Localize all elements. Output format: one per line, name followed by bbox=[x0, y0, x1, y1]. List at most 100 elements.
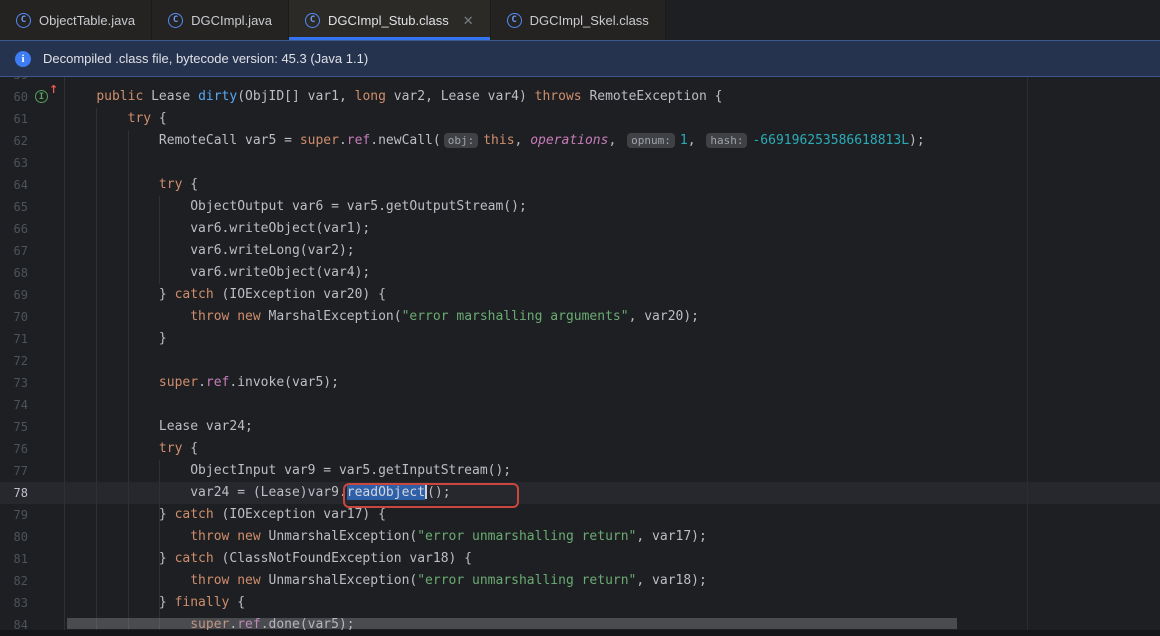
code-segment: throws bbox=[535, 89, 582, 104]
gutter-icon-slot bbox=[28, 526, 65, 548]
line-number[interactable]: 77 bbox=[0, 460, 28, 482]
line-number[interactable]: 73 bbox=[0, 372, 28, 394]
code-area: 5960 I↑ public Lease dirty(ObjID[] var1, … bbox=[0, 77, 1160, 636]
code-line[interactable]: 61 try { bbox=[0, 108, 1160, 130]
indent bbox=[65, 111, 128, 126]
gutter-icon-slot bbox=[28, 548, 65, 570]
line-number[interactable]: 81 bbox=[0, 548, 28, 570]
gutter-icon-slot bbox=[28, 130, 65, 152]
code-line[interactable]: 78 var24 = (Lease)var9.readObject(); bbox=[0, 482, 1160, 504]
horizontal-scrollbar[interactable] bbox=[67, 618, 957, 629]
code-segment: UnmarshalException( bbox=[261, 529, 418, 544]
line-number[interactable]: 60 bbox=[0, 86, 28, 108]
code-segment: operations bbox=[530, 133, 608, 148]
code-line[interactable]: 80 throw new UnmarshalException("error u… bbox=[0, 526, 1160, 548]
code-line[interactable]: 74 bbox=[0, 394, 1160, 416]
code-line[interactable]: 71 } bbox=[0, 328, 1160, 350]
line-number[interactable]: 62 bbox=[0, 130, 28, 152]
line-number[interactable]: 80 bbox=[0, 526, 28, 548]
code-segment: public bbox=[96, 89, 143, 104]
code-line[interactable]: 79 } catch (IOException var17) { bbox=[0, 504, 1160, 526]
line-number[interactable]: 59 bbox=[0, 77, 28, 86]
code-segment: { bbox=[182, 177, 198, 192]
close-icon[interactable]: ✕ bbox=[463, 14, 474, 27]
line-number[interactable]: 72 bbox=[0, 350, 28, 372]
code-line[interactable]: 62 RemoteCall var5 = super.ref.newCall(o… bbox=[0, 130, 1160, 152]
indent bbox=[65, 375, 159, 390]
code-segment: super bbox=[300, 133, 339, 148]
line-number[interactable]: 69 bbox=[0, 284, 28, 306]
code-line[interactable]: 66 var6.writeObject(var1); bbox=[0, 218, 1160, 240]
line-number[interactable]: 67 bbox=[0, 240, 28, 262]
line-number[interactable]: 64 bbox=[0, 174, 28, 196]
line-number[interactable]: 75 bbox=[0, 416, 28, 438]
code-line[interactable]: 73 super.ref.invoke(var5); bbox=[0, 372, 1160, 394]
line-number[interactable]: 79 bbox=[0, 504, 28, 526]
line-number[interactable]: 70 bbox=[0, 306, 28, 328]
code-segment: var24 = (Lease)var9. bbox=[190, 485, 347, 500]
code-line[interactable]: 69 } catch (IOException var20) { bbox=[0, 284, 1160, 306]
code-line[interactable]: 64 try { bbox=[0, 174, 1160, 196]
line-number[interactable]: 65 bbox=[0, 196, 28, 218]
selected-text: readObject bbox=[347, 485, 425, 500]
line-number[interactable]: 78 bbox=[0, 482, 28, 504]
line-number[interactable]: 82 bbox=[0, 570, 28, 592]
code-line[interactable]: 68 var6.writeObject(var4); bbox=[0, 262, 1160, 284]
line-number[interactable]: 74 bbox=[0, 394, 28, 416]
error-annotation-box: readObject(); bbox=[347, 485, 451, 500]
indent bbox=[65, 419, 159, 434]
code-segment: . bbox=[198, 375, 206, 390]
inlay-hint: hash: bbox=[706, 133, 747, 148]
inlay-hint: obj: bbox=[444, 133, 479, 148]
implements-method-icon[interactable]: I bbox=[35, 90, 48, 103]
up-arrow-icon: ↑ bbox=[49, 84, 58, 95]
code-line[interactable]: 59 bbox=[0, 77, 1160, 86]
indent bbox=[65, 243, 190, 258]
line-number[interactable]: 61 bbox=[0, 108, 28, 130]
indent bbox=[65, 595, 159, 610]
tab-objecttable-java[interactable]: C ObjectTable.java bbox=[0, 0, 152, 40]
gutter-icon-slot bbox=[28, 174, 65, 196]
code-segment: long bbox=[355, 89, 386, 104]
code-line[interactable]: 82 throw new UnmarshalException("error u… bbox=[0, 570, 1160, 592]
code-line[interactable]: 81 } catch (ClassNotFoundException var18… bbox=[0, 548, 1160, 570]
code-segment: try bbox=[159, 177, 182, 192]
tab-dgcimpl-skel-class[interactable]: C DGCImpl_Skel.class bbox=[491, 0, 666, 40]
code-line[interactable]: 63 bbox=[0, 152, 1160, 174]
code-line[interactable]: 67 var6.writeLong(var2); bbox=[0, 240, 1160, 262]
code-editor[interactable]: 5960 I↑ public Lease dirty(ObjID[] var1, … bbox=[0, 77, 1160, 636]
line-number[interactable]: 66 bbox=[0, 218, 28, 240]
tab-dgcimpl-java[interactable]: C DGCImpl.java bbox=[152, 0, 289, 40]
tab-dgcimpl-stub-class[interactable]: C DGCImpl_Stub.class ✕ bbox=[289, 0, 491, 40]
code-line-text: try { bbox=[65, 438, 198, 460]
code-segment: { bbox=[151, 111, 167, 126]
code-segment: "error unmarshalling return" bbox=[417, 573, 636, 588]
code-line[interactable]: 65 ObjectOutput var6 = var5.getOutputStr… bbox=[0, 196, 1160, 218]
code-line[interactable]: 75 Lease var24; bbox=[0, 416, 1160, 438]
code-line-text: var6.writeLong(var2); bbox=[65, 240, 355, 262]
code-line-text: try { bbox=[65, 108, 167, 130]
gutter-icon-slot bbox=[28, 218, 65, 240]
code-line-text: public Lease dirty(ObjID[] var1, long va… bbox=[65, 86, 723, 108]
line-number[interactable]: 76 bbox=[0, 438, 28, 460]
code-line[interactable]: 76 try { bbox=[0, 438, 1160, 460]
code-segment: var2, Lease var4) bbox=[386, 89, 535, 104]
indent bbox=[65, 463, 190, 478]
indent bbox=[65, 287, 159, 302]
code-line[interactable]: 83 } finally { bbox=[0, 592, 1160, 614]
line-number[interactable]: 83 bbox=[0, 592, 28, 614]
code-line[interactable]: 72 bbox=[0, 350, 1160, 372]
code-segment: .newCall( bbox=[370, 133, 440, 148]
code-line[interactable]: 60 I↑ public Lease dirty(ObjID[] var1, lo… bbox=[0, 86, 1160, 108]
code-line[interactable]: 70 throw new MarshalException("error mar… bbox=[0, 306, 1160, 328]
code-segment: catch bbox=[175, 287, 214, 302]
line-number[interactable]: 68 bbox=[0, 262, 28, 284]
line-number[interactable]: 71 bbox=[0, 328, 28, 350]
code-segment: super bbox=[159, 375, 198, 390]
code-segment: 1 bbox=[680, 133, 688, 148]
code-segment: ref bbox=[206, 375, 229, 390]
code-line[interactable]: 77 ObjectInput var9 = var5.getInputStrea… bbox=[0, 460, 1160, 482]
line-number[interactable]: 63 bbox=[0, 152, 28, 174]
gutter-icon-slot bbox=[28, 240, 65, 262]
tab-bar-empty-space bbox=[666, 0, 1160, 40]
